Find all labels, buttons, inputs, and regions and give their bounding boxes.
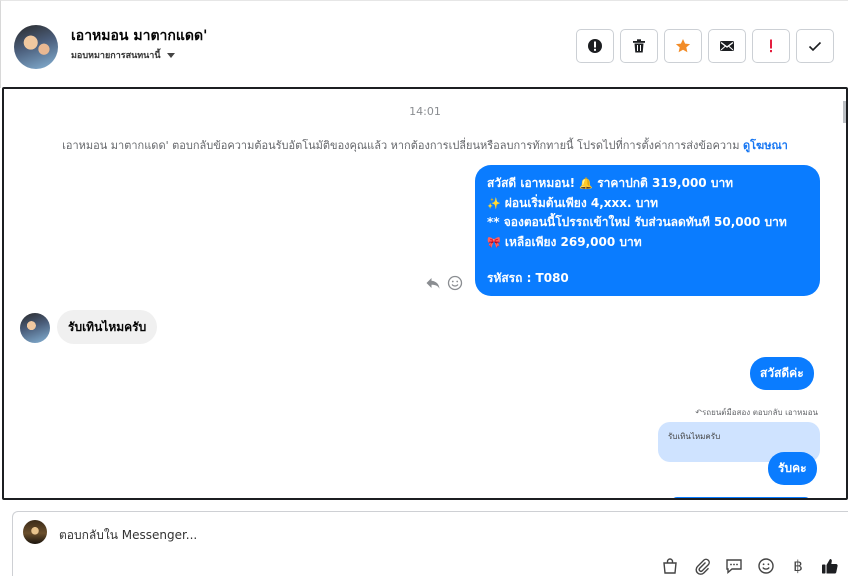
composer-tools: ฿ xyxy=(660,556,840,576)
bell-icon: 🔔 xyxy=(579,177,593,190)
composer: ตอบกลับใน Messenger... ฿ xyxy=(0,501,848,576)
envelope-icon xyxy=(720,41,734,51)
incoming-message[interactable]: รับเทินไหมครับ xyxy=(57,310,158,344)
reply-context-label: ↶รถยนต์มือสอง ตอบกลับ เอาหมอน xyxy=(695,406,818,419)
message-tools xyxy=(425,275,463,291)
contact-name[interactable]: เอาหมอน มาตากแดด' xyxy=(71,25,207,47)
reply-arrow-icon: ↶ xyxy=(695,408,702,417)
ribbon-icon: 🎀 xyxy=(487,235,501,249)
promo-discount: ** จองตอนนี้โปรรถเข้าใหม่ รับส่วนลดทันที… xyxy=(487,215,787,229)
report-button[interactable] xyxy=(576,29,614,63)
view-ad-link[interactable]: ดูโฆษณา xyxy=(743,139,788,152)
saved-replies-button[interactable] xyxy=(724,556,744,576)
promo-greeting: สวัสดี เอาหมอน! xyxy=(487,176,576,190)
notice-text: เอาหมอน มาตากแดด' ตอบกลับข้อความต้อนรับอ… xyxy=(62,139,740,152)
mark-unread-button[interactable] xyxy=(708,29,746,63)
reply-context-text: รถยนต์มือสอง ตอบกลับ เอาหมอน xyxy=(701,408,818,417)
message-bubble-icon xyxy=(726,559,742,575)
shop-button[interactable] xyxy=(660,556,680,576)
trash-icon xyxy=(633,39,645,53)
promo-installment: ผ่อนเริ่มต้นเพียง 4,xxx. บาท xyxy=(504,195,658,210)
star-button[interactable] xyxy=(664,29,702,63)
bag-icon xyxy=(663,558,677,574)
important-button[interactable] xyxy=(752,29,790,63)
attach-button[interactable] xyxy=(692,556,712,576)
message-timestamp: 14:01 xyxy=(409,105,441,118)
auto-reply-notice: เอาหมอน มาตากแดด' ตอบกลับข้อความต้อนรับอ… xyxy=(4,136,846,154)
emoji-button[interactable] xyxy=(756,556,776,576)
promo-final-price: เหลือเพียง 269,000 บาท xyxy=(504,234,642,249)
reply-input[interactable]: ตอบกลับใน Messenger... xyxy=(59,526,197,545)
smile-icon xyxy=(758,558,774,574)
assign-conversation-dropdown[interactable]: มอบหมายการสนทนานี้ xyxy=(71,48,175,62)
promo-regular-price: ราคาปกติ 319,000 บาท xyxy=(597,176,734,190)
delete-button[interactable] xyxy=(620,29,658,63)
like-button[interactable] xyxy=(820,556,840,576)
react-emoji-icon[interactable] xyxy=(447,275,463,291)
promo-car-code: รหัสรถ : T080 xyxy=(487,271,569,285)
alert-circle-icon xyxy=(588,39,602,53)
outgoing-message-partial xyxy=(671,497,811,498)
composer-box: ตอบกลับใน Messenger... ฿ xyxy=(12,511,848,576)
checkmark-icon xyxy=(808,41,822,52)
conversation-header: เอาหมอน มาตากแดด' มอบหมายการสนทนานี้ xyxy=(0,0,848,88)
header-actions xyxy=(576,29,834,63)
message-thread[interactable]: 14:01 เอาหมอน มาตากแดด' ตอบกลับข้อความต้… xyxy=(2,87,848,500)
contact-avatar[interactable] xyxy=(14,25,58,69)
caret-down-icon xyxy=(166,53,175,58)
outgoing-promo-message[interactable]: สวัสดี เอาหมอน! 🔔 ราคาปกติ 319,000 บาท ✨… xyxy=(475,165,820,296)
reply-icon[interactable] xyxy=(425,275,441,291)
messenger-inbox: เอาหมอน มาตากแดด' มอบหมายการสนทนานี้ 14:… xyxy=(0,0,848,576)
outgoing-message-reply[interactable]: รับคะ xyxy=(768,452,817,485)
assign-label: มอบหมายการสนทนานี้ xyxy=(71,51,161,61)
page-avatar xyxy=(23,520,47,544)
exclamation-icon xyxy=(770,39,772,53)
done-button[interactable] xyxy=(796,29,834,63)
payment-button[interactable]: ฿ xyxy=(788,556,808,576)
thumbs-up-icon xyxy=(822,559,838,574)
outgoing-message-greeting[interactable]: สวัสดีค่ะ xyxy=(750,357,814,390)
star-icon xyxy=(675,39,691,53)
contact-avatar-small xyxy=(20,313,50,343)
paperclip-icon xyxy=(695,558,710,575)
sparkles-icon: ✨ xyxy=(487,196,501,210)
baht-icon: ฿ xyxy=(793,557,803,575)
